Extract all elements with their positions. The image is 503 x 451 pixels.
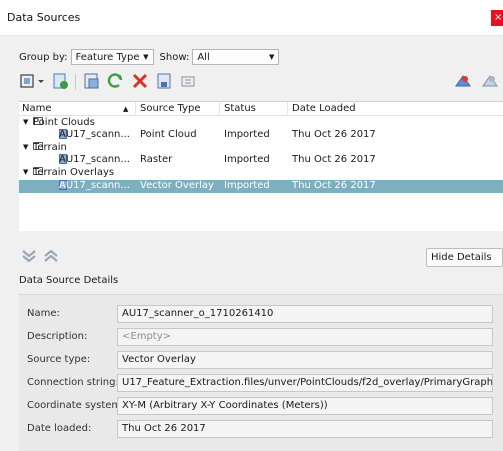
row-date: Thu Oct 26 2017 (292, 154, 376, 165)
collapse-down-icon[interactable] (21, 248, 37, 264)
map-pin-button[interactable] (454, 72, 472, 90)
data-sources-table: Name ▲ Source Type Status Date Loaded ▼ … (19, 101, 503, 231)
import-button[interactable] (51, 72, 69, 90)
export-icon (181, 76, 195, 87)
group-by-label: Group by: (19, 51, 68, 63)
connection-string-field[interactable]: U17_Feature_Extraction.files/unver/Point… (117, 374, 493, 392)
column-separator (135, 102, 136, 116)
row-type: Vector Overlay (140, 180, 214, 191)
chevron-down-icon: ▼ (143, 53, 149, 61)
group-row-point-clouds[interactable]: ▼ Point Clouds (19, 117, 503, 129)
detail-label: Coordinate system: (27, 400, 125, 411)
map-pin-alt-button[interactable] (481, 72, 499, 90)
map-pin-icon (455, 75, 471, 87)
row-date: Thu Oct 26 2017 (292, 180, 376, 191)
description-field[interactable]: <Empty> (117, 328, 493, 346)
add-source-icon (20, 74, 44, 88)
detail-label: Description: (27, 331, 88, 342)
row-type: Point Cloud (140, 129, 197, 140)
add-source-button[interactable] (19, 72, 44, 90)
close-icon: × (494, 12, 503, 23)
column-header-status[interactable]: Status (224, 103, 256, 114)
toolbar-separator (75, 74, 76, 90)
details-panel: Name: AU17_scanner_o_1710261410 Descript… (19, 294, 503, 451)
row-name-text: AU17_scann... (59, 129, 130, 140)
detail-row-connection-string: Connection string: U17_Feature_Extractio… (19, 374, 503, 393)
detail-row-description: Description: <Empty> (19, 328, 503, 347)
detail-label: Connection string: (27, 377, 119, 388)
show-label: Show: (159, 51, 190, 63)
close-button[interactable]: × (491, 10, 503, 26)
show-value: All (197, 51, 210, 63)
row-name-text: AU17_scann... (59, 154, 130, 165)
table-header: Name ▲ Source Type Status Date Loaded (19, 102, 503, 116)
toolbar (19, 72, 503, 94)
expand-icon[interactable]: ▼ (23, 168, 28, 176)
expand-icon[interactable]: ▼ (23, 143, 28, 151)
column-separator (287, 102, 288, 116)
save-icon (157, 73, 171, 89)
coordinate-system-field[interactable]: XY-M (Arbitrary X-Y Coordinates (Meters)… (117, 397, 493, 415)
column-separator (219, 102, 220, 116)
table-row[interactable]: AU17_scann... Raster Imported Thu Oct 26… (19, 154, 503, 166)
group-by-select[interactable]: Feature Type ▼ (70, 49, 154, 65)
detail-label: Date loaded: (27, 423, 92, 434)
remove-button[interactable] (131, 72, 149, 90)
group-by-value: Feature Type (75, 51, 140, 63)
remove-icon (132, 73, 148, 89)
group-name: Point Clouds (33, 117, 95, 128)
refresh-button[interactable] (107, 72, 125, 90)
export-button[interactable] (179, 72, 197, 90)
paste-icon (84, 73, 99, 89)
hide-details-button[interactable]: Hide Details (426, 248, 503, 267)
detail-row-coordinate-system: Coordinate system: XY-M (Arbitrary X-Y C… (19, 397, 503, 416)
column-header-source-type[interactable]: Source Type (140, 103, 201, 114)
show-select[interactable]: All ▼ (192, 49, 280, 65)
section-title: Data Source Details (19, 275, 119, 286)
detail-row-source-type: Source type: Vector Overlay (19, 351, 503, 370)
group-row-terrain-overlays[interactable]: ▼ Terrain Overlays (19, 167, 503, 179)
date-loaded-field[interactable]: Thu Oct 26 2017 (117, 420, 493, 438)
row-status: Imported (224, 180, 270, 191)
detail-row-name: Name: AU17_scanner_o_1710261410 (19, 305, 503, 324)
map-pin-alt-icon (482, 75, 498, 87)
group-name: Terrain Overlays (33, 167, 115, 178)
detail-label: Name: (27, 308, 60, 319)
detail-row-date-loaded: Date loaded: Thu Oct 26 2017 (19, 420, 503, 439)
window-title: Data Sources (7, 11, 81, 24)
filter-bar: Group by: Feature Type ▼ Show: All ▼ (19, 49, 285, 65)
name-field[interactable]: AU17_scanner_o_1710261410 (117, 305, 493, 323)
column-header-date-loaded[interactable]: Date Loaded (292, 103, 356, 114)
row-status: Imported (224, 154, 270, 165)
column-header-name[interactable]: Name (22, 103, 52, 114)
expand-icon[interactable]: ▼ (23, 118, 28, 126)
row-type: Raster (140, 154, 173, 165)
import-icon (53, 73, 68, 89)
group-name: Terrain (33, 142, 67, 153)
chevron-down-icon: ▼ (268, 53, 275, 61)
group-row-terrain[interactable]: ▼ Terrain (19, 142, 503, 154)
sort-asc-icon: ▲ (123, 105, 129, 113)
detail-label: Source type: (27, 354, 91, 365)
collapse-up-icon[interactable] (43, 248, 59, 264)
table-row-selected[interactable]: AU17_scann... Vector Overlay Imported Th… (19, 180, 503, 193)
title-bar: Data Sources × (0, 0, 503, 36)
paste-button[interactable] (83, 72, 101, 90)
save-button[interactable] (155, 72, 173, 90)
row-date: Thu Oct 26 2017 (292, 129, 376, 140)
row-status: Imported (224, 129, 270, 140)
source-type-field[interactable]: Vector Overlay (117, 351, 493, 369)
row-name-text: AU17_scann... (59, 180, 130, 191)
table-row[interactable]: AU17_scann... Point Cloud Imported Thu O… (19, 129, 503, 141)
refresh-icon (107, 73, 123, 88)
